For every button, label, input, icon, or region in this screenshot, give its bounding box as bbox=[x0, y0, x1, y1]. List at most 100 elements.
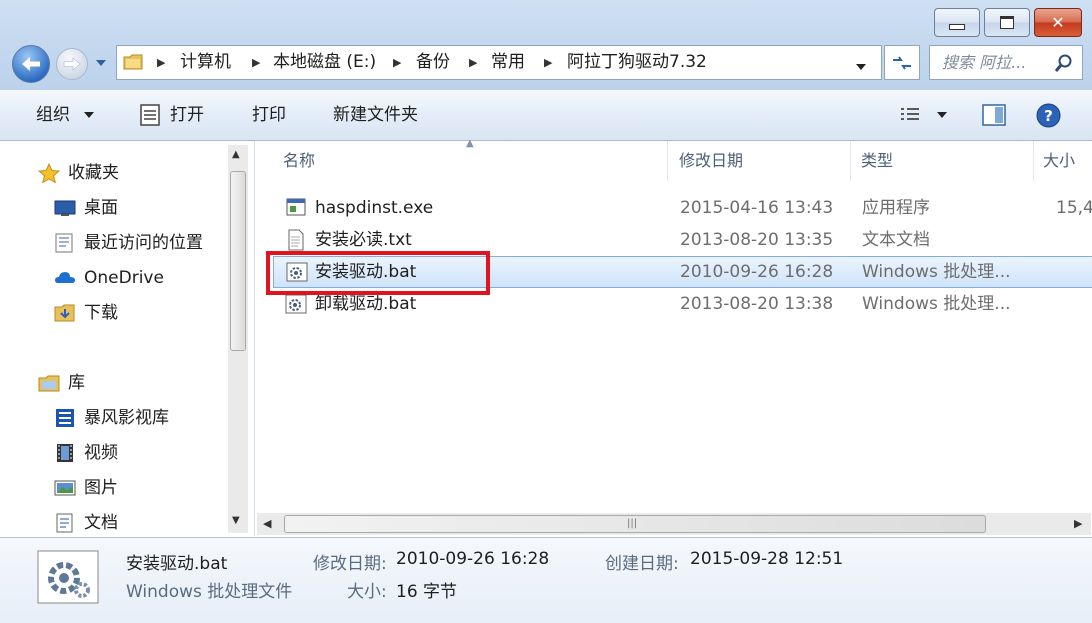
organize-menu[interactable]: 组织 bbox=[36, 90, 95, 140]
details-created-label: 创建日期: bbox=[605, 554, 679, 574]
nav-scrollbar-thumb[interactable] bbox=[230, 171, 246, 351]
file-modified: 2013-08-20 13:38 bbox=[680, 294, 834, 314]
column-divider[interactable] bbox=[667, 141, 668, 181]
storm-video-library-icon bbox=[56, 409, 74, 427]
details-modified-value: 2010-09-26 16:28 bbox=[396, 549, 550, 569]
nav-libraries-label: 库 bbox=[68, 373, 85, 393]
batch-file-icon bbox=[285, 294, 307, 319]
nav-onedrive-label: OneDrive bbox=[84, 268, 164, 288]
search-placeholder: 搜索 阿拉... bbox=[942, 53, 1027, 72]
file-modified: 2015-04-16 13:43 bbox=[680, 198, 834, 218]
nav-documents-label: 文档 bbox=[84, 513, 118, 533]
scroll-left-arrow-icon[interactable]: ◀ bbox=[263, 517, 271, 530]
search-box[interactable]: 搜索 阿拉... bbox=[929, 45, 1083, 80]
selected-file-large-icon bbox=[37, 550, 99, 609]
nav-documents[interactable]: 文档 bbox=[54, 506, 118, 540]
nav-videos[interactable]: 视频 bbox=[54, 436, 118, 470]
address-history-dropdown[interactable] bbox=[855, 57, 867, 77]
help-icon: ? bbox=[1036, 103, 1061, 128]
breadcrumb-separator[interactable]: ▶ bbox=[393, 46, 401, 79]
nav-libraries[interactable]: 库 bbox=[38, 366, 85, 400]
nav-downloads[interactable]: 下载 bbox=[54, 296, 118, 330]
pictures-icon bbox=[54, 480, 76, 496]
back-button[interactable] bbox=[12, 45, 50, 83]
nav-pictures[interactable]: 图片 bbox=[54, 471, 118, 505]
downloads-folder-icon bbox=[54, 304, 75, 322]
search-icon[interactable] bbox=[1054, 53, 1074, 78]
forward-arrow-icon bbox=[63, 57, 81, 71]
onedrive-cloud-icon bbox=[55, 272, 75, 283]
column-header-modified[interactable]: 修改日期 bbox=[679, 141, 743, 181]
address-bar[interactable]: ▶ 计算机 ▶ 本地磁盘 (E:) ▶ 备份 ▶ 常用 ▶ 阿拉丁狗驱动7.32 bbox=[116, 45, 882, 80]
close-button[interactable]: ✕ bbox=[1034, 8, 1082, 37]
new-folder-button[interactable]: 新建文件夹 bbox=[333, 90, 418, 140]
highlight-box bbox=[266, 251, 490, 295]
details-file-name: 安装驱动.bat bbox=[126, 554, 228, 574]
horizontal-scrollbar-thumb[interactable]: ||| bbox=[284, 515, 986, 533]
change-view-button[interactable] bbox=[899, 106, 955, 126]
refresh-icon bbox=[893, 55, 911, 70]
folder-icon bbox=[123, 53, 143, 71]
maximize-button[interactable] bbox=[984, 8, 1030, 37]
chevron-down-icon bbox=[96, 60, 106, 66]
exe-icon bbox=[286, 198, 306, 221]
nav-videos-label: 视频 bbox=[84, 443, 118, 463]
open-icon bbox=[140, 104, 160, 131]
nav-recent-places[interactable]: 最近访问的位置 bbox=[54, 226, 203, 260]
recent-places-icon bbox=[55, 233, 73, 253]
file-modified: 2010-09-26 16:28 bbox=[680, 262, 834, 282]
scroll-down-arrow-icon[interactable]: ▼ bbox=[232, 515, 240, 526]
column-header-name[interactable]: 名称 bbox=[283, 141, 315, 181]
details-size-label: 大小: bbox=[347, 582, 387, 602]
minimize-icon bbox=[949, 23, 965, 30]
library-icon bbox=[38, 375, 60, 392]
file-type: Windows 批处理... bbox=[862, 262, 1011, 282]
file-type: 文本文档 bbox=[862, 230, 930, 250]
chevron-down-icon bbox=[856, 64, 866, 70]
breadcrumb-separator[interactable]: ▶ bbox=[544, 46, 552, 79]
column-header-size[interactable]: 大小 bbox=[1043, 141, 1075, 181]
print-button[interactable]: 打印 bbox=[252, 90, 286, 140]
refresh-button[interactable] bbox=[884, 45, 920, 80]
column-divider[interactable] bbox=[850, 141, 851, 181]
scroll-right-arrow-icon[interactable]: ▶ bbox=[1074, 517, 1082, 530]
close-icon: ✕ bbox=[1051, 12, 1065, 32]
file-modified: 2013-08-20 13:35 bbox=[680, 230, 834, 250]
minimize-button[interactable] bbox=[934, 8, 980, 37]
nav-desktop[interactable]: 桌面 bbox=[54, 191, 118, 225]
nav-favorites-label: 收藏夹 bbox=[68, 163, 119, 183]
file-size: 15,4 bbox=[1056, 198, 1092, 218]
recent-pages-dropdown[interactable] bbox=[94, 52, 112, 74]
breadcrumb-backup[interactable]: 备份 bbox=[416, 46, 450, 79]
breadcrumb-common[interactable]: 常用 bbox=[491, 46, 525, 79]
nav-storm-library[interactable]: 暴风影视库 bbox=[54, 401, 169, 435]
nav-favorites[interactable]: 收藏夹 bbox=[38, 156, 119, 190]
help-button[interactable]: ? bbox=[1036, 103, 1061, 133]
scroll-up-arrow-icon[interactable]: ▲ bbox=[232, 149, 240, 160]
documents-icon bbox=[56, 513, 73, 533]
breadcrumb-computer[interactable]: 计算机 bbox=[180, 46, 231, 79]
file-row[interactable]: haspdinst.exe 2015-04-16 13:43 应用程序 15,4 bbox=[273, 192, 1092, 224]
file-name: haspdinst.exe bbox=[315, 198, 434, 218]
file-list-horizontal-scrollbar[interactable]: ◀ ||| ▶ bbox=[257, 513, 1091, 535]
breadcrumb-current-folder[interactable]: 阿拉丁狗驱动7.32 bbox=[567, 46, 707, 79]
column-divider[interactable] bbox=[1033, 141, 1034, 181]
nav-scrollbar[interactable]: ▲ ▼ bbox=[228, 145, 248, 533]
forward-button[interactable] bbox=[56, 48, 88, 80]
desktop-icon bbox=[54, 200, 76, 216]
breadcrumb-separator[interactable]: ▶ bbox=[157, 46, 165, 79]
breadcrumb-separator[interactable]: ▶ bbox=[469, 46, 477, 79]
breadcrumb-separator[interactable]: ▶ bbox=[252, 46, 260, 79]
breadcrumb-drive-e[interactable]: 本地磁盘 (E:) bbox=[273, 46, 376, 79]
details-created-value: 2015-09-28 12:51 bbox=[690, 549, 844, 569]
back-arrow-icon bbox=[22, 57, 40, 71]
preview-pane-icon bbox=[982, 104, 1006, 126]
preview-pane-button[interactable] bbox=[982, 104, 1006, 131]
file-type: Windows 批处理... bbox=[862, 294, 1011, 314]
open-button[interactable]: 打开 bbox=[170, 90, 204, 140]
nav-onedrive[interactable]: OneDrive bbox=[54, 261, 164, 295]
svg-text:?: ? bbox=[1044, 107, 1053, 125]
details-pane: 安装驱动.bat Windows 批处理文件 修改日期: 2010-09-26 … bbox=[0, 537, 1092, 623]
column-header-type[interactable]: 类型 bbox=[861, 141, 893, 181]
file-list: ▲ 名称 修改日期 类型 大小 haspdinst.exe 2015-04-16… bbox=[254, 138, 1092, 536]
